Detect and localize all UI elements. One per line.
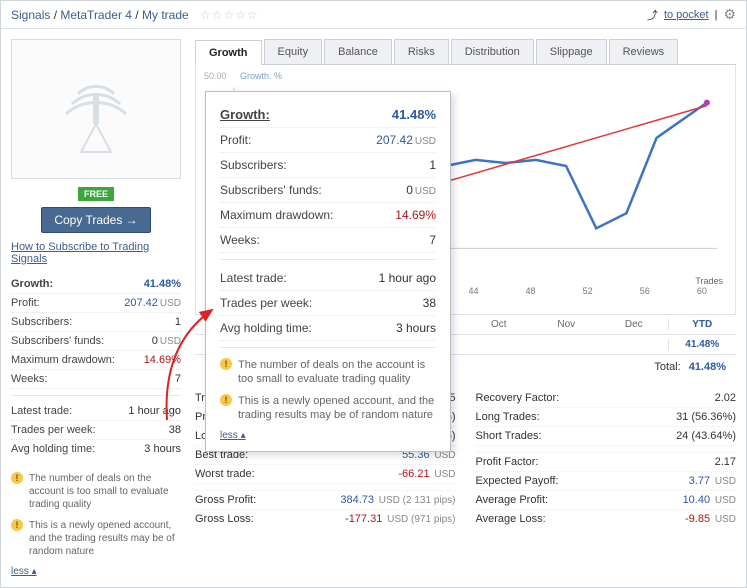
subscribe-help-link[interactable]: How to Subscribe to Trading Signals [11,241,181,265]
tab-reviews[interactable]: Reviews [609,39,679,64]
warning-icon: ! [220,358,232,370]
drawdown-value: 14.69% [144,354,181,366]
detail-row [476,446,737,453]
left-warnings: !The number of deals on the account is t… [11,468,181,577]
detail-row: Recovery Factor:2.02 [476,389,737,408]
detail-row: Profit Factor:2.17 [476,453,737,472]
share-icon[interactable]: ⤴ [647,7,658,23]
to-pocket-link[interactable]: to pocket [664,9,709,21]
warning-icon: ! [11,472,23,484]
crumb-mt4[interactable]: MetaTrader 4 [60,8,132,22]
detail-row: Worst trade:-66.21 USD [195,465,456,484]
rating-stars[interactable]: ☆☆☆☆☆ [200,8,259,22]
tab-slippage[interactable]: Slippage [536,39,607,64]
tabs: Growth Equity Balance Risks Distribution… [195,39,736,65]
detail-row: Gross Profit:384.73 USD (2 131 pips) [195,491,456,510]
growth-label: Growth: [11,278,53,290]
breadcrumb: Signals / MetaTrader 4 / My trade ☆☆☆☆☆ [11,8,259,22]
detail-row: Gross Loss:-177.31 USD (971 pips) [195,510,456,528]
detail-row [195,484,456,491]
warning-icon: ! [11,519,23,531]
crumb-signals[interactable]: Signals [11,8,50,22]
signal-avatar [11,39,181,179]
tab-risks[interactable]: Risks [394,39,449,64]
crumb-mytrade[interactable]: My trade [142,8,189,22]
less-link-popup[interactable]: less ▴ [220,430,246,441]
detail-row: Short Trades:24 (43.64%) [476,427,737,446]
tab-balance[interactable]: Balance [324,39,392,64]
gear-icon[interactable]: ⚙ [723,6,736,23]
stats-popup: Growth:41.48% Profit:207.42USD Subscribe… [205,91,451,452]
tab-equity[interactable]: Equity [264,39,323,64]
less-link[interactable]: less ▴ [11,566,37,577]
details-right: Recovery Factor:2.02Long Trades:31 (56.3… [476,389,737,528]
copy-trades-button[interactable]: Copy Trades → [41,207,150,233]
warning-icon: ! [220,394,232,406]
detail-row: Long Trades:31 (56.36%) [476,408,737,427]
left-stats: Growth:41.48% Profit:207.42USD Subscribe… [11,275,181,458]
detail-row: Expected Payoff:3.77 USD [476,472,737,491]
detail-row: Average Profit:10.40 USD [476,491,737,510]
detail-row: Average Loss:-9.85 USD [476,510,737,528]
tab-distribution[interactable]: Distribution [451,39,534,64]
growth-value: 41.48% [144,278,181,290]
subscribers-value: 1 [175,316,181,328]
profit-value: 207.42 [124,297,158,309]
tab-growth[interactable]: Growth [195,40,262,65]
free-badge: FREE [78,187,114,201]
